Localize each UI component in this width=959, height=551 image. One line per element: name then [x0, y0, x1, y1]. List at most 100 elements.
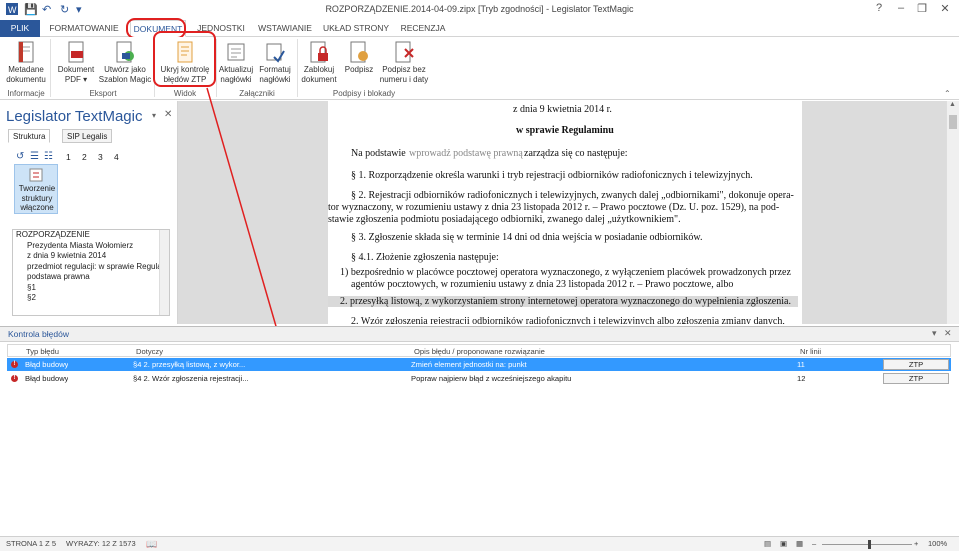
- sip-label: SIP Legalis: [67, 132, 108, 141]
- tree-item[interactable]: §2: [13, 293, 169, 304]
- level-3[interactable]: 3: [98, 152, 103, 162]
- pane-menu-icon[interactable]: ▾: [152, 111, 156, 120]
- zablokuj-dokument-button[interactable]: Zablokuj dokument: [298, 41, 340, 85]
- doc-line: § 4.1. Złożenie zgłoszenia następuje:: [351, 252, 499, 263]
- separator: [216, 39, 217, 97]
- zoom-slider[interactable]: [822, 544, 912, 545]
- doc-placeholder[interactable]: wprowadź podstawę prawną: [409, 148, 523, 159]
- read-mode-icon[interactable]: ▤: [764, 537, 771, 551]
- pane-close-icon[interactable]: ✕: [164, 109, 172, 120]
- web-layout-icon[interactable]: ▦: [796, 537, 803, 551]
- tab-sip-legalis[interactable]: SIP Legalis: [62, 129, 113, 143]
- doc-line: § 3. Zgłoszenie składa się w terminie 14…: [351, 232, 703, 243]
- close-button[interactable]: ✕: [934, 2, 956, 15]
- scroll-up-icon[interactable]: ▲: [949, 101, 956, 108]
- level-1[interactable]: 1: [66, 152, 71, 162]
- template-icon: [116, 41, 134, 63]
- level-4[interactable]: 4: [114, 152, 119, 162]
- zoom-in-icon[interactable]: +: [914, 537, 918, 551]
- tree-item[interactable]: ROZPORZĄDZENIE: [13, 230, 169, 241]
- update-headers-icon: [227, 43, 245, 61]
- doc-line: Na podstawie: [351, 148, 406, 159]
- row-target: §4 2. przesyłką listową, z wykor...: [133, 360, 246, 369]
- document-scrollbar[interactable]: ▲: [946, 101, 959, 324]
- tab-plik[interactable]: PLIK: [0, 20, 40, 37]
- podpisz-bez-button[interactable]: Podpisz bez numeru i daty: [378, 41, 430, 85]
- lock-icon: [310, 41, 328, 63]
- pdf-icon: [68, 41, 84, 63]
- collapse-tree-icon[interactable]: ☷: [44, 151, 53, 162]
- struct-toggle-button[interactable]: Tworzenie struktury włączone: [14, 164, 58, 214]
- doc-line-highlighted: 2. przesyłką listową, z wykorzystaniem s…: [328, 296, 798, 307]
- error-panel-close-icon[interactable]: ✕: [944, 328, 952, 339]
- tree-item[interactable]: Prezydenta Miasta Wołomierz: [13, 241, 169, 252]
- ztp-button[interactable]: ZTP: [883, 359, 949, 370]
- tab-uklad-strony[interactable]: UKŁAD STRONY: [322, 20, 390, 37]
- formatuj-naglowki-button[interactable]: Formatuj nagłówki: [255, 41, 295, 85]
- podpisz-button[interactable]: Podpisz: [342, 41, 376, 75]
- error-panel-menu-icon[interactable]: ▾: [932, 328, 937, 339]
- maximize-button[interactable]: ❐: [911, 2, 933, 15]
- tab-wstawianie[interactable]: WSTAWIANIE: [254, 20, 316, 37]
- window-title: ROZPORZĄDZENIE.2014-04-09.zipx [Tryb zgo…: [325, 4, 634, 14]
- format-headers-icon: [266, 43, 285, 63]
- dokument-pdf-button[interactable]: Dokument PDF ▾: [54, 41, 98, 85]
- error-panel: Kontrola błędów ▾ ✕ Typ błędu Dotyczy Op…: [0, 326, 959, 536]
- struct-toggle-label: Tworzenie struktury włączone: [18, 184, 56, 212]
- col-dotyczy[interactable]: Dotyczy: [136, 345, 163, 358]
- refresh-icon[interactable]: ↺: [16, 151, 24, 162]
- collapse-ribbon-icon[interactable]: ⌃: [944, 89, 951, 98]
- tree-item[interactable]: przedmiot regulacji: w sprawie Regulamin: [13, 262, 169, 273]
- tree-item[interactable]: podstawa prawna: [13, 272, 169, 283]
- sign-no-number-icon: [395, 41, 414, 63]
- zoom-level[interactable]: 100%: [928, 537, 947, 551]
- expand-tree-icon[interactable]: ☰: [30, 151, 39, 162]
- title-bar: W 💾 ↶ ↻ ▾ ROZPORZĄDZENIE.2014-04-09.zipx…: [0, 0, 959, 20]
- tree-item[interactable]: z dnia 9 kwietnia 2014: [13, 251, 169, 262]
- print-layout-icon[interactable]: ▣: [780, 537, 787, 551]
- col-typ[interactable]: Typ błędu: [26, 345, 59, 358]
- error-panel-header: Kontrola błędów ▾ ✕: [0, 327, 959, 342]
- side-pane: Legislator TextMagic ▾ ✕ Struktura SIP L…: [0, 101, 178, 324]
- row-desc: Popraw najpierw błąd z wcześniejszego ak…: [411, 374, 572, 383]
- doc-line: agentów pocztowych, w rozumieniu ustawy …: [351, 279, 734, 290]
- doc-line: z dnia 9 kwietnia 2014 r.: [513, 104, 612, 115]
- ribbon: Metadane dokumentu Dokument PDF ▾ Utwórz…: [0, 37, 959, 100]
- page-count[interactable]: STRONA 1 Z 5: [6, 537, 56, 551]
- col-nr-linii[interactable]: Nr linii: [800, 345, 821, 358]
- structure-tree[interactable]: ROZPORZĄDZENIE Prezydenta Miasta Wołomie…: [12, 229, 170, 316]
- szablon-magic-label: Utwórz jako Szablon Magic: [98, 65, 152, 84]
- dokument-pdf-label: Dokument PDF ▾: [57, 65, 95, 84]
- scroll-thumb[interactable]: [949, 115, 957, 129]
- separator: [50, 39, 51, 97]
- row-line: 11: [797, 360, 805, 369]
- doc-line: § 2. Rejestracji odbiorników radiofonicz…: [351, 190, 794, 201]
- tab-formatowanie[interactable]: FORMATOWANIE: [46, 20, 122, 37]
- aktualizuj-naglowki-button[interactable]: Aktualizuj nagłówki: [218, 41, 254, 85]
- level-2[interactable]: 2: [82, 152, 87, 162]
- zoom-slider-thumb[interactable]: [868, 540, 871, 549]
- tab-recenzja[interactable]: RECENZJA: [394, 20, 452, 37]
- document-page[interactable]: z dnia 9 kwietnia 2014 r. w sprawie Regu…: [328, 101, 802, 324]
- podpisz-bez-label: Podpisz bez numeru i daty: [379, 65, 429, 84]
- help-icon[interactable]: ?: [868, 2, 890, 14]
- table-row[interactable]: ! Błąd budowy §4 2. Wzór zgłoszenia reje…: [7, 372, 951, 385]
- tree-scrollbar[interactable]: [159, 230, 169, 315]
- table-row[interactable]: ! Błąd budowy §4 2. przesyłką listową, z…: [7, 358, 951, 371]
- minimize-button[interactable]: –: [890, 2, 912, 14]
- row-type: Błąd budowy: [25, 374, 69, 383]
- word-count[interactable]: WYRAZY: 12 Z 1573: [66, 537, 136, 551]
- podpisz-label: Podpisz: [344, 65, 374, 74]
- group-widok: Widok: [173, 89, 197, 98]
- ztp-button[interactable]: ZTP: [883, 373, 949, 384]
- metadane-button[interactable]: Metadane dokumentu: [4, 41, 48, 85]
- proofing-icon[interactable]: 📖: [146, 537, 157, 551]
- col-opis[interactable]: Opis błędu / proponowane rozwiązanie: [414, 345, 545, 358]
- szablon-magic-button[interactable]: Utwórz jako Szablon Magic: [98, 41, 152, 85]
- document-area: z dnia 9 kwietnia 2014 r. w sprawie Regu…: [178, 101, 946, 324]
- tab-struktura[interactable]: Struktura: [8, 129, 51, 143]
- zoom-out-icon[interactable]: –: [812, 537, 816, 551]
- tree-item[interactable]: §1: [13, 283, 169, 294]
- row-target: §4 2. Wzór zgłoszenia rejestracji...: [133, 374, 249, 383]
- group-podpisy: Podpisy i blokady: [332, 89, 396, 98]
